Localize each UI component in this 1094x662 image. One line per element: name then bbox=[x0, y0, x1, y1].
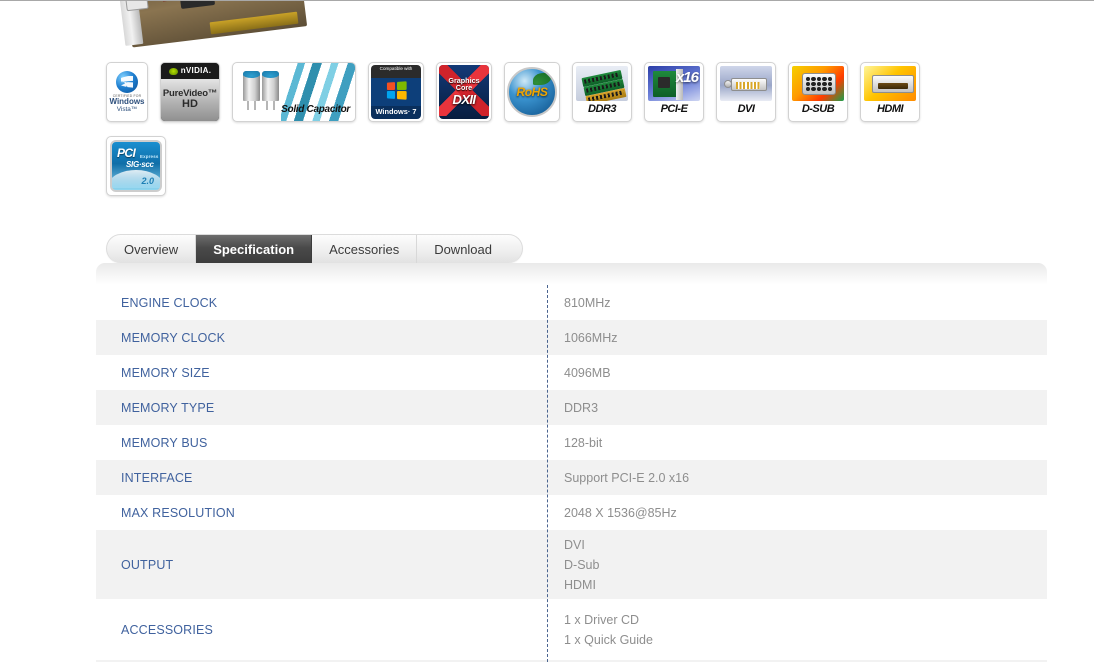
table-row: MEMORY TYPE DDR3 bbox=[96, 390, 1047, 425]
win7-compatible-line: Compatible with bbox=[379, 66, 413, 71]
table-row: OUTPUT DVI D-Sub HDMI bbox=[96, 530, 1047, 599]
spec-value: 128-bit bbox=[547, 425, 1047, 460]
dvi-connector-icon bbox=[720, 66, 772, 101]
table-row: MEMORY CLOCK 1066MHz bbox=[96, 320, 1047, 355]
windows-vista-certified-badge: CERTIFIED FOR Windows Vista™ bbox=[106, 62, 148, 122]
pcisig-pci-label: PCI bbox=[117, 146, 136, 160]
pcisig-sig-label: SIG·scc bbox=[126, 160, 154, 169]
panel-top-cap bbox=[96, 263, 1047, 285]
pcie-card-icon: x16 bbox=[648, 66, 700, 101]
windows-7-compatible-badge: Compatible with Windows· 7 bbox=[368, 62, 424, 122]
spec-label: MEMORY SIZE bbox=[121, 365, 210, 380]
purevideo-hd-label: HD bbox=[182, 98, 198, 111]
tab-overview[interactable]: Overview bbox=[107, 235, 197, 263]
spec-value-line: 4096MB bbox=[564, 365, 611, 380]
spec-value-line: 2048 X 1536@85Hz bbox=[564, 505, 677, 520]
spec-value-line: DVI bbox=[564, 537, 585, 552]
pcisig-wave-art bbox=[112, 170, 160, 188]
d-sub-badge: D-SUB bbox=[788, 62, 848, 122]
spec-value-line: 1 x Driver CD bbox=[564, 612, 640, 627]
nvidia-purevideo-hd-badge: nVIDIA. PureVideo™ HD bbox=[160, 62, 220, 122]
hdmi-label: HDMI bbox=[876, 102, 904, 115]
ddr3-label: DDR3 bbox=[588, 102, 616, 115]
win7-label: Windows· 7 bbox=[375, 107, 417, 117]
feature-badges: CERTIFIED FOR Windows Vista™ nVIDIA. Pur… bbox=[106, 62, 1036, 196]
spec-value: Support PCI-E 2.0 x16 bbox=[547, 460, 1047, 495]
nvidia-brand-bar: nVIDIA. bbox=[161, 63, 219, 80]
rohs-badge: RoHS bbox=[504, 62, 560, 122]
spec-label: OUTPUT bbox=[121, 557, 174, 572]
solid-capacitor-badge: Solid Capacitor bbox=[232, 62, 356, 122]
spec-value: DVI D-Sub HDMI bbox=[547, 530, 1047, 599]
pcisig-express-label: Express bbox=[140, 154, 159, 159]
hdmi-connector-icon bbox=[864, 66, 916, 101]
rohs-label: RoHS bbox=[516, 84, 548, 99]
purevideo-panel: PureVideo™ HD bbox=[161, 79, 219, 121]
dsub-connector-icon bbox=[792, 66, 844, 101]
spec-value-line: 1 x Quick Guide bbox=[564, 632, 653, 647]
spec-label: MEMORY BUS bbox=[121, 435, 208, 450]
feature-badge-row-2: PCI Express SIG·scc 2.0 bbox=[106, 136, 1036, 196]
dvi-label: DVI bbox=[737, 102, 755, 115]
spec-label: MAX RESOLUTION bbox=[121, 505, 235, 520]
solid-capacitor-label: Solid Capacitor bbox=[281, 103, 350, 115]
spec-value: 2048 X 1536@85Hz bbox=[547, 495, 1047, 530]
spec-label: MEMORY CLOCK bbox=[121, 330, 226, 345]
tab-accessories[interactable]: Accessories bbox=[312, 235, 418, 263]
windows-logo-icon bbox=[116, 70, 138, 93]
table-row: INTERFACE Support PCI-E 2.0 x16 bbox=[96, 460, 1047, 495]
table-row: MEMORY BUS 128-bit bbox=[96, 425, 1047, 460]
globe-leaf-icon: RoHS bbox=[507, 67, 557, 117]
feature-badge-row-1: CERTIFIED FOR Windows Vista™ nVIDIA. Pur… bbox=[106, 62, 1036, 122]
spec-value-line: D-Sub bbox=[564, 557, 600, 572]
dsub-label: D-SUB bbox=[801, 102, 835, 115]
capacitor-icon-1 bbox=[243, 71, 260, 110]
pcisig-version-label: 2.0 bbox=[141, 175, 154, 186]
tab-download[interactable]: Download bbox=[417, 235, 522, 263]
spec-value-line: 128-bit bbox=[564, 435, 603, 450]
spec-value: 1066MHz bbox=[547, 320, 1047, 355]
table-row: MEMORY SIZE 4096MB bbox=[96, 355, 1047, 390]
spec-value: 4096MB bbox=[547, 355, 1047, 390]
graphics-core-line2: Core bbox=[455, 83, 473, 93]
pci-express-2-0-badge: PCI Express SIG·scc 2.0 bbox=[106, 136, 166, 196]
spec-value-line: Support PCI-E 2.0 x16 bbox=[564, 470, 690, 485]
product-specification-page: CERTIFIED FOR Windows Vista™ nVIDIA. Pur… bbox=[0, 0, 1094, 662]
table-row: ACCESSORIES 1 x Driver CD 1 x Quick Guid… bbox=[96, 599, 1047, 660]
vista-certified-line3: Vista™ bbox=[116, 105, 138, 113]
spec-value: 810MHz bbox=[547, 285, 1047, 320]
spec-value: 1 x Driver CD 1 x Quick Guide bbox=[547, 599, 1047, 660]
memory-module-icon bbox=[576, 66, 628, 101]
spec-label: ACCESSORIES bbox=[121, 622, 213, 637]
pcie-x16-label: x16 bbox=[675, 69, 699, 86]
spec-label: INTERFACE bbox=[121, 470, 193, 485]
windows-flag-icon bbox=[386, 80, 407, 100]
nvidia-eye-icon bbox=[168, 67, 178, 75]
spec-label: MEMORY TYPE bbox=[121, 400, 215, 415]
pcie-label: PCI-E bbox=[660, 102, 688, 115]
spec-value: DDR3 bbox=[547, 390, 1047, 425]
spec-label: ENGINE CLOCK bbox=[121, 295, 218, 310]
dvi-badge: DVI bbox=[716, 62, 776, 122]
nvidia-brand-label: nVIDIA. bbox=[180, 66, 212, 76]
specification-panel: ENGINE CLOCK 810MHz MEMORY CLOCK 1066MHz… bbox=[96, 263, 1047, 662]
directx-11-graphics-core-badge: Graphics Core DXII bbox=[436, 62, 492, 122]
spec-value-line: DDR3 bbox=[564, 400, 599, 415]
table-row: ENGINE CLOCK 810MHz bbox=[96, 285, 1047, 320]
product-image bbox=[118, 1, 308, 49]
hdmi-badge: HDMI bbox=[860, 62, 920, 122]
spec-value-line: 1066MHz bbox=[564, 330, 618, 345]
spec-value-line: 810MHz bbox=[564, 295, 611, 310]
pci-express-x16-badge: x16 PCI-E bbox=[644, 62, 704, 122]
dx11-label: DXII bbox=[452, 92, 476, 108]
table-row: MAX RESOLUTION 2048 X 1536@85Hz bbox=[96, 495, 1047, 530]
product-tabs: Overview Specification Accessories Downl… bbox=[106, 234, 524, 263]
tab-specification[interactable]: Specification bbox=[196, 235, 313, 263]
capacitor-icon-2 bbox=[262, 71, 279, 110]
spec-value-line: HDMI bbox=[564, 577, 596, 592]
specification-table: ENGINE CLOCK 810MHz MEMORY CLOCK 1066MHz… bbox=[96, 285, 1047, 662]
ddr3-badge: DDR3 bbox=[572, 62, 632, 122]
